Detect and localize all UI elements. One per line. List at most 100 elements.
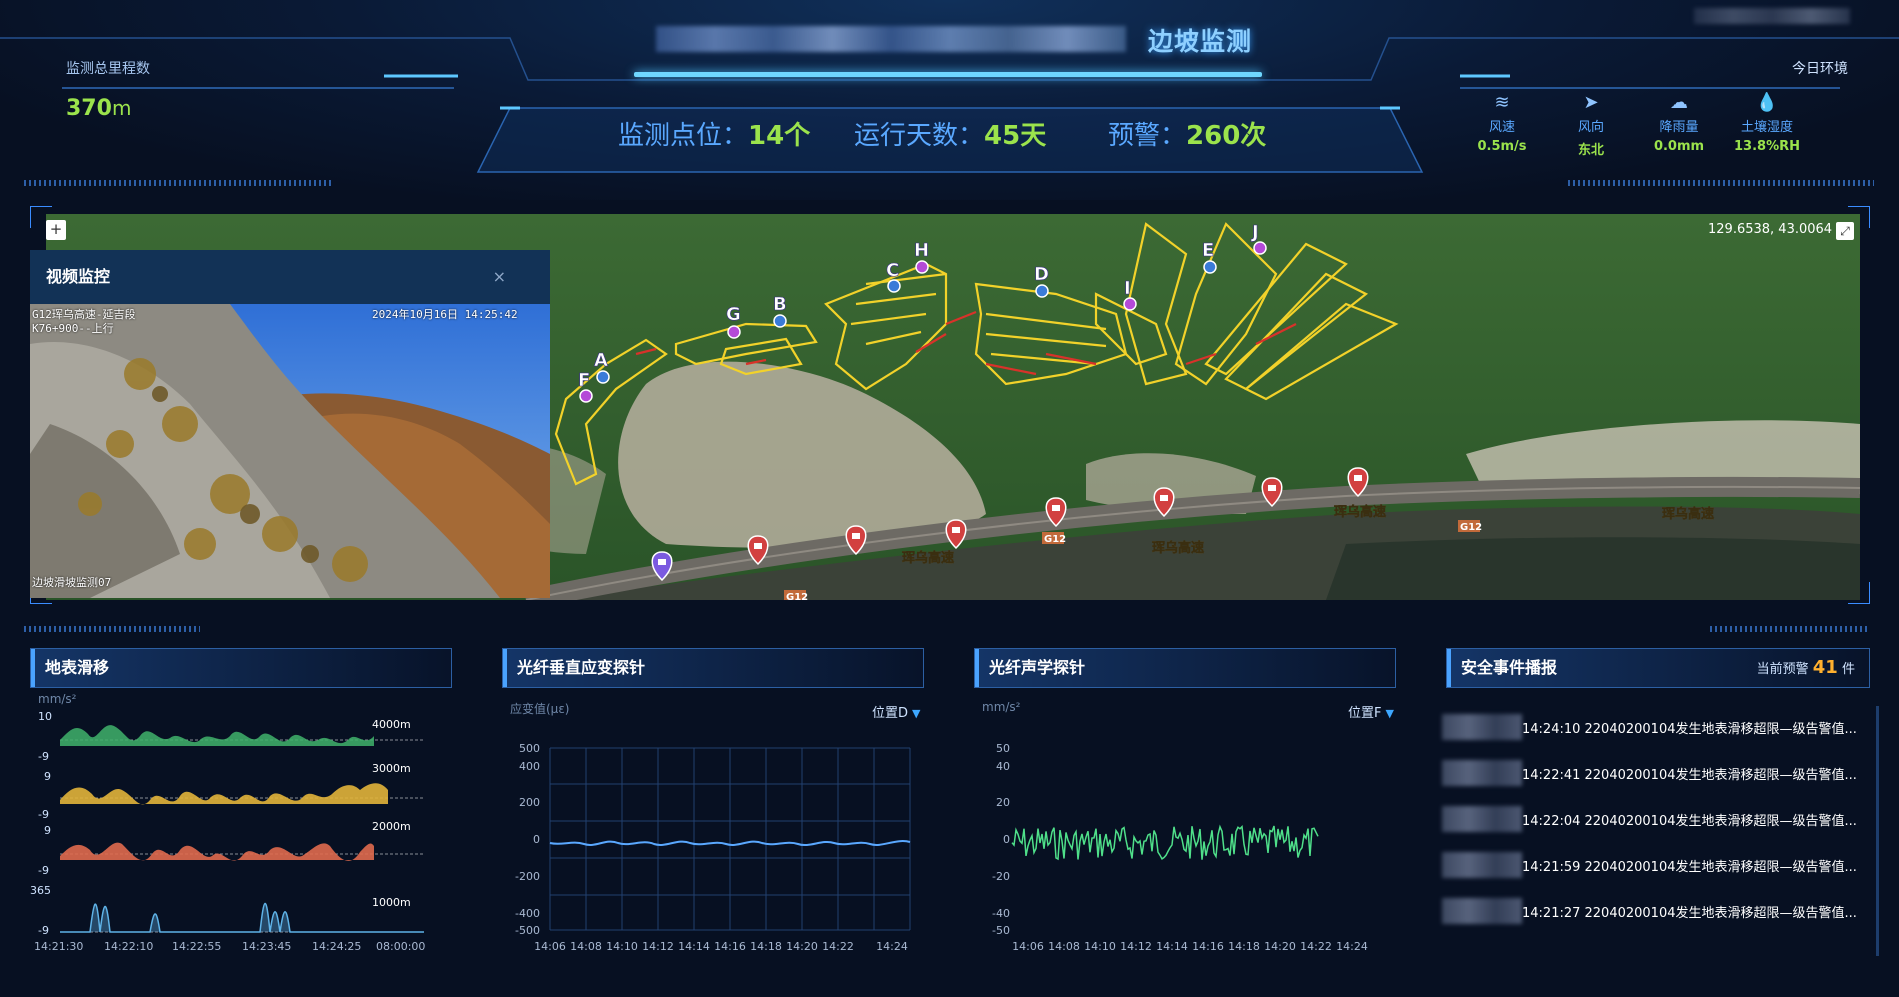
stat-running-days: 运行天数：45天 xyxy=(854,121,1047,151)
acoustic-chart: 50 40 20 0 -20 -40 -50 14:06 14:08 14:10… xyxy=(992,742,1368,953)
surface-row4-bottom: -9 xyxy=(38,924,49,937)
surface-row2-bottom: -9 xyxy=(38,808,49,821)
safety-events-header: 安全事件播报 当前预警 41 件 xyxy=(1446,648,1870,688)
road-badge-2: G12 xyxy=(1460,522,1482,533)
surface-row3-bottom: -9 xyxy=(38,864,49,877)
redacted-event-source xyxy=(1442,806,1522,832)
redacted-event-source xyxy=(1442,898,1522,924)
road-label-3: 珲乌高速 xyxy=(1334,504,1386,520)
redacted-title-prefix xyxy=(656,26,1126,52)
env-rainfall: ☁ 降雨量 0.0mm xyxy=(1634,92,1724,154)
wind-icon: ≋ xyxy=(1494,92,1510,113)
acoustic-position-select[interactable]: 位置F ▼ xyxy=(1348,702,1394,721)
surface-xtick-1: 14:21:30 xyxy=(34,940,83,953)
strain-position-select[interactable]: 位置D ▼ xyxy=(872,702,920,721)
redacted-datetime xyxy=(1694,8,1850,24)
event-item[interactable]: 14:24:10 22040200104发生地表滑移超限—级告警值... xyxy=(1442,712,1862,742)
strain-xtick-2: 14:08 xyxy=(570,940,602,953)
event-item[interactable]: 14:21:27 22040200104发生地表滑移超限—级告警值... xyxy=(1442,896,1862,926)
event-item[interactable]: 14:22:41 22040200104发生地表滑移超限—级告警值... xyxy=(1442,758,1862,788)
strain-xtick-7: 14:18 xyxy=(750,940,782,953)
env-wind-speed: ≋ 风速 0.5m/s xyxy=(1457,92,1547,154)
redacted-event-source xyxy=(1442,760,1522,786)
acoustic-xtick-9: 14:22 xyxy=(1300,940,1332,953)
video-monitor-title: 视频监控 xyxy=(46,267,111,286)
strain-ylabel: 应变值(με) xyxy=(510,702,570,716)
acoustic-probe-title: 光纤声学探针 xyxy=(989,658,1086,677)
surface-row3-top: 9 xyxy=(44,824,51,837)
feed-location-line2: K76+900--上行 xyxy=(32,322,114,335)
acoustic-ytick-4: 0 xyxy=(1003,833,1010,846)
road-badge-1: G12 xyxy=(1044,534,1066,545)
acoustic-xtick-7: 14:18 xyxy=(1228,940,1260,953)
point-label-h: H xyxy=(914,240,929,261)
surface-row4-top: 365 xyxy=(30,884,51,897)
strain-ytick-6: -400 xyxy=(515,907,540,920)
close-icon[interactable]: × xyxy=(493,250,506,304)
acoustic-ytick-7: -50 xyxy=(992,924,1010,937)
safety-events-title: 安全事件播报 xyxy=(1461,658,1558,677)
redacted-event-source xyxy=(1442,852,1522,878)
surface-xtick-2: 14:22:10 xyxy=(104,940,153,953)
strain-chart: 500 400 200 0 -200 -400 -500 14:06 14:08… xyxy=(515,742,911,953)
strain-ytick-1: 500 xyxy=(519,742,540,755)
acoustic-xtick-4: 14:12 xyxy=(1120,940,1152,953)
point-label-b: B xyxy=(773,294,787,315)
env-soil-moisture: 💧 土壤湿度 13.8%RH xyxy=(1722,92,1812,154)
strain-ytick-2: 400 xyxy=(519,760,540,773)
redacted-event-source xyxy=(1442,714,1522,740)
surface-slip-chart: 10 -9 9 -9 9 -9 365 -9 4000m 3000m 2000m… xyxy=(30,710,425,953)
video-monitor-popup: 视频监控 × G12珲乌高速-延吉段 K76+900--上行 2024年10月1… xyxy=(30,250,550,598)
acoustic-xtick-5: 14:14 xyxy=(1156,940,1188,953)
strain-xtick-3: 14:10 xyxy=(606,940,638,953)
strain-xtick-4: 14:12 xyxy=(642,940,674,953)
chevron-down-icon: ▼ xyxy=(912,707,921,720)
strain-ytick-4: 0 xyxy=(533,833,540,846)
chevron-down-icon: ▼ xyxy=(1385,707,1394,720)
acoustic-ytick-6: -40 xyxy=(992,907,1010,920)
strain-xtick-1: 14:06 xyxy=(534,940,566,953)
surface-slip-title: 地表滑移 xyxy=(45,658,110,677)
acoustic-ytick-3: 20 xyxy=(996,796,1010,809)
acoustic-xtick-2: 14:08 xyxy=(1048,940,1080,953)
env-wind-direction: ➤ 风向 东北 xyxy=(1546,92,1636,158)
rain-cloud-icon: ☁ xyxy=(1670,92,1688,113)
surface-xtick-5: 14:24:25 xyxy=(312,940,361,953)
feed-camera-name: 边坡滑坡监测07 xyxy=(32,576,112,589)
page-title: 边坡监测 xyxy=(1148,27,1253,56)
strain-ytick-7: -500 xyxy=(515,924,540,937)
zoom-in-button[interactable]: + xyxy=(46,220,66,240)
camera-feed[interactable]: G12珲乌高速-延吉段 K76+900--上行 2024年10月16日 14:2… xyxy=(30,304,550,598)
surface-xtick-3: 14:22:55 xyxy=(172,940,221,953)
environment-title: 今日环境 xyxy=(1792,61,1848,77)
acoustic-ytick-5: -20 xyxy=(992,870,1010,883)
current-alert-count: 当前预警 41 件 xyxy=(1756,657,1855,678)
events-scrollbar[interactable] xyxy=(1876,706,1879,956)
point-label-c: C xyxy=(886,260,899,281)
stat-monitor-points: 监测点位：14个 xyxy=(618,121,811,151)
event-item[interactable]: 14:22:04 22040200104发生地表滑移超限—级告警值... xyxy=(1442,804,1862,834)
expand-icon[interactable]: ⤢ xyxy=(1836,222,1854,240)
water-drop-icon: 💧 xyxy=(1755,92,1779,113)
mileage-value: 370m xyxy=(66,96,132,121)
road-badge-3: G12 xyxy=(786,592,808,600)
mileage-label: 监测总里程数 xyxy=(66,61,150,77)
divider-dots-mid-left xyxy=(24,626,200,632)
divider-dots-left xyxy=(24,180,332,186)
navigation-arrow-icon: ➤ xyxy=(1583,92,1599,113)
surface-row1-top: 10 xyxy=(38,710,52,723)
strain-xtick-8: 14:20 xyxy=(786,940,818,953)
acoustic-xtick-1: 14:06 xyxy=(1012,940,1044,953)
strain-xtick-5: 14:14 xyxy=(678,940,710,953)
strain-xtick-10: 14:24 xyxy=(876,940,908,953)
surface-row4-depth: 1000m xyxy=(372,896,411,909)
strain-probe-header: 光纤垂直应变探针 xyxy=(502,648,924,688)
feed-timestamp: 2024年10月16日 14:25:42 xyxy=(372,308,518,321)
surface-row1-depth: 4000m xyxy=(372,718,411,731)
surface-row3-depth: 2000m xyxy=(372,820,411,833)
divider-dots-mid-right xyxy=(1710,626,1870,632)
event-item[interactable]: 14:21:59 22040200104发生地表滑移超限—级告警值... xyxy=(1442,850,1862,880)
stat-warnings: 预警：260次 xyxy=(1108,121,1267,151)
road-label-2: 珲乌高速 xyxy=(1152,540,1204,556)
map-coordinates: 129.6538, 43.0064 xyxy=(1708,222,1833,237)
